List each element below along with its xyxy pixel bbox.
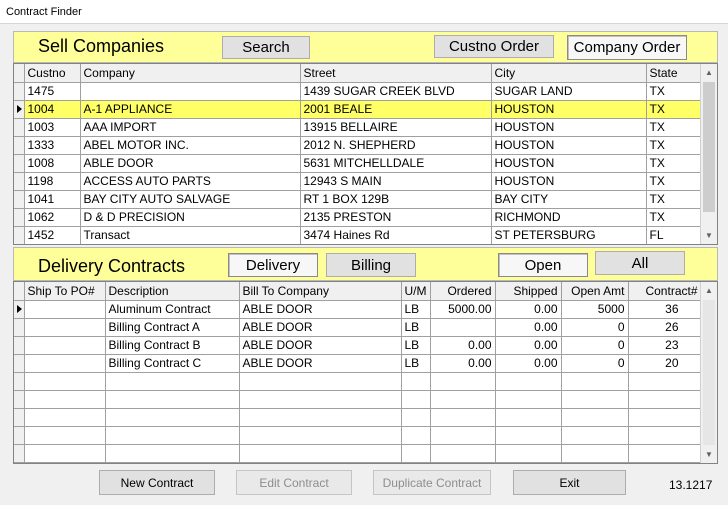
row-indicator [14, 100, 25, 119]
col-company[interactable]: Company [80, 64, 301, 83]
table-row[interactable]: Billing Contract C ABLE DOOR LB 0.00 0.0… [14, 354, 702, 373]
col-custno[interactable]: Custno [24, 64, 81, 83]
table-row[interactable]: Billing Contract B ABLE DOOR LB 0.00 0.0… [14, 336, 702, 355]
col-state[interactable]: State [646, 64, 702, 83]
col-city[interactable]: City [491, 64, 647, 83]
sell-companies-header: Sell Companies Search Custno Order Compa… [13, 31, 718, 63]
delivery-contracts-table: Ship To PO# Description Bill To Company … [14, 282, 702, 463]
sell-companies-table: Custno Company Street City State 1475 14… [14, 64, 702, 244]
table-row[interactable]: 1475 1439 SUGAR CREEK BLVD SUGAR LAND TX [14, 82, 702, 101]
row-pointer-icon [17, 305, 22, 313]
table-row[interactable]: 1008 ABLE DOOR 5631 MITCHELLDALE HOUSTON… [14, 154, 702, 173]
billing-button[interactable]: Billing [326, 253, 416, 277]
client-area: Sell Companies Search Custno Order Compa… [0, 24, 728, 505]
exit-button[interactable]: Exit [513, 470, 626, 495]
col-um[interactable]: U/M [401, 282, 431, 301]
duplicate-contract-button[interactable]: Duplicate Contract [373, 470, 491, 495]
scroll-down-arrow-icon[interactable]: ▼ [701, 227, 717, 244]
col-contract-no[interactable]: Contract# [628, 282, 702, 301]
custno-order-button[interactable]: Custno Order [434, 35, 554, 58]
table-row[interactable]: 1062 D & D PRECISION 2135 PRESTON RICHMO… [14, 208, 702, 227]
col-bill-to-company[interactable]: Bill To Company [239, 282, 402, 301]
edit-contract-button[interactable]: Edit Contract [236, 470, 352, 495]
scroll-up-arrow-icon[interactable]: ▲ [701, 282, 717, 299]
all-button[interactable]: All [595, 251, 685, 275]
title-bar: Contract Finder [0, 0, 728, 24]
col-street[interactable]: Street [300, 64, 492, 83]
col-description[interactable]: Description [105, 282, 240, 301]
scroll-up-arrow-icon[interactable]: ▲ [701, 64, 717, 81]
sell-header-row: Custno Company Street City State [14, 64, 702, 83]
table-row[interactable]: 1452 Transact 3474 Haines Rd ST PETERSBU… [14, 226, 702, 244]
col-ship-to-po[interactable]: Ship To PO# [24, 282, 106, 301]
sell-companies-title: Sell Companies [38, 36, 165, 56]
table-row[interactable]: 1333 ABEL MOTOR INC. 2012 N. SHEPHERD HO… [14, 136, 702, 155]
table-row[interactable]: 1198 ACCESS AUTO PARTS 12943 S MAIN HOUS… [14, 172, 702, 191]
open-button[interactable]: Open [498, 253, 588, 277]
new-contract-button[interactable]: New Contract [99, 470, 215, 495]
col-ordered[interactable]: Ordered [430, 282, 496, 301]
table-row[interactable]: 1041 BAY CITY AUTO SALVAGE RT 1 BOX 129B… [14, 190, 702, 209]
empty-row [14, 390, 702, 409]
company-order-button[interactable]: Company Order [567, 35, 687, 60]
table-row-selected[interactable]: 1004 A-1 APPLIANCE 2001 BEALE HOUSTON TX [14, 100, 702, 119]
delivery-contracts-title: Delivery Contracts [38, 256, 186, 276]
col-shipped[interactable]: Shipped [495, 282, 562, 301]
empty-row [14, 426, 702, 445]
delivery-contracts-grid[interactable]: Ship To PO# Description Bill To Company … [13, 281, 718, 464]
sell-companies-grid[interactable]: Custno Company Street City State 1475 14… [13, 63, 718, 245]
row-pointer-icon [17, 105, 22, 113]
delivery-header-row: Ship To PO# Description Bill To Company … [14, 282, 702, 301]
sell-grid-scrollbar[interactable]: ▲ ▼ [700, 64, 717, 244]
scroll-down-arrow-icon[interactable]: ▼ [701, 446, 717, 463]
row-indicator [14, 300, 25, 319]
window-title: Contract Finder [6, 6, 82, 18]
delivery-button[interactable]: Delivery [228, 253, 318, 277]
col-open-amt[interactable]: Open Amt [561, 282, 629, 301]
scroll-thumb[interactable] [703, 82, 715, 212]
search-button[interactable]: Search [222, 36, 310, 59]
empty-row [14, 444, 702, 463]
scroll-track[interactable] [703, 300, 715, 445]
empty-row [14, 408, 702, 427]
delivery-grid-scrollbar[interactable]: ▲ ▼ [700, 282, 717, 463]
delivery-contracts-header: Delivery Contracts Delivery Billing Open… [13, 247, 718, 281]
table-row[interactable]: Aluminum Contract ABLE DOOR LB 5000.00 0… [14, 300, 702, 319]
empty-row [14, 372, 702, 391]
version-label: 13.1217 [669, 478, 713, 492]
table-row[interactable]: 1003 AAA IMPORT 13915 BELLAIRE HOUSTON T… [14, 118, 702, 137]
table-row[interactable]: Billing Contract A ABLE DOOR LB 0.00 0 2… [14, 318, 702, 337]
